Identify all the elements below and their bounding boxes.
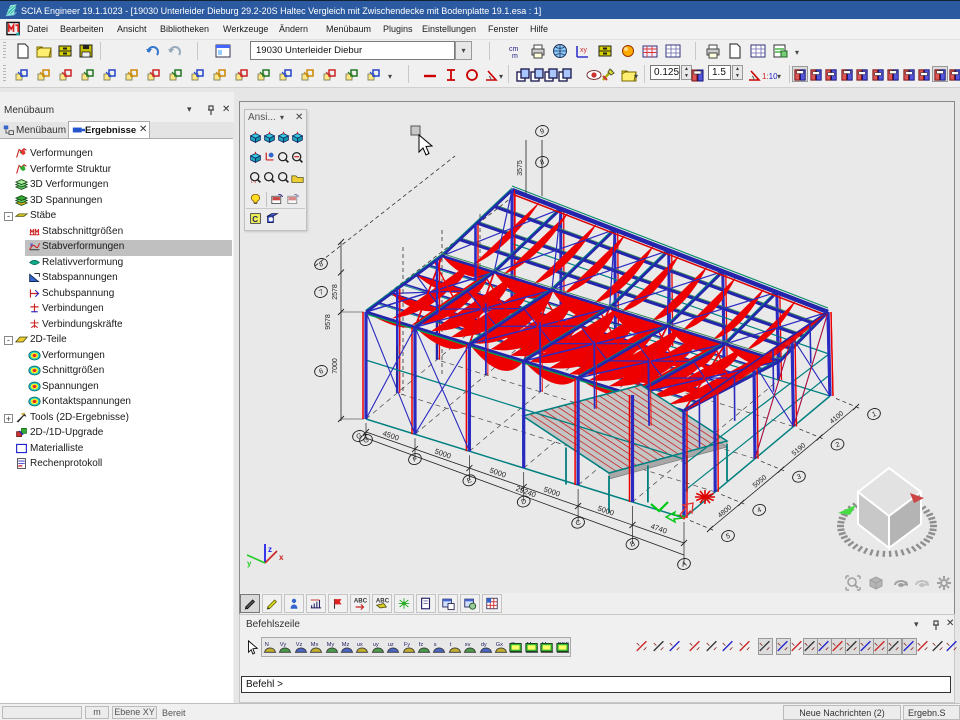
svg-text:1:10: 1:10 — [762, 72, 777, 81]
svg-text:m: m — [512, 53, 518, 59]
svg-text:3: 3 — [796, 473, 802, 481]
svg-text:C: C — [252, 215, 258, 224]
svg-text:Vz: Vz — [296, 642, 303, 648]
svg-text:dy: dy — [481, 642, 487, 648]
svg-text:t: t — [450, 642, 452, 648]
svg-text:2578: 2578 — [332, 284, 339, 300]
svg-text:1: 1 — [871, 411, 877, 419]
svg-text:5000: 5000 — [488, 466, 507, 480]
svg-text:ux: ux — [357, 642, 363, 648]
svg-text:Mz: Mz — [342, 642, 350, 648]
svg-text:ABC: ABC — [354, 598, 367, 605]
svg-text:3575: 3575 — [517, 160, 524, 176]
svg-text:s: s — [434, 642, 437, 648]
svg-text:z: z — [268, 545, 272, 554]
svg-text:8: 8 — [539, 159, 545, 167]
svg-text:Gx: Gx — [496, 642, 503, 648]
svg-text:9: 9 — [539, 128, 545, 136]
svg-text:7: 7 — [318, 289, 324, 297]
svg-text:uz: uz — [388, 642, 394, 648]
svg-text:4740: 4740 — [649, 522, 668, 536]
svg-text:6: 6 — [318, 368, 324, 376]
svg-text:7000: 7000 — [332, 358, 339, 374]
svg-text:G: G — [356, 433, 364, 441]
svg-text:cm: cm — [509, 46, 519, 53]
svg-text:Fy: Fy — [404, 642, 410, 648]
svg-text:My: My — [327, 642, 335, 648]
svg-text:G: G — [363, 437, 371, 445]
svg-text:y: y — [247, 559, 252, 568]
svg-text:Vy: Vy — [280, 642, 287, 648]
svg-text:N: N — [265, 642, 269, 648]
svg-text:Mx: Mx — [311, 642, 319, 648]
svg-text:A: A — [681, 561, 688, 569]
svg-text:5: 5 — [725, 533, 731, 541]
svg-text:B: B — [629, 540, 636, 548]
svg-text:1:1: 1:1 — [251, 179, 257, 184]
svg-text:uy: uy — [373, 642, 379, 648]
svg-text:x: x — [279, 553, 284, 562]
svg-text:2: 2 — [835, 441, 841, 449]
svg-text:4: 4 — [756, 507, 762, 515]
svg-text:fz: fz — [419, 642, 424, 648]
svg-text:sv: sv — [465, 642, 471, 648]
svg-text:E: E — [466, 477, 473, 485]
svg-text:9578: 9578 — [325, 314, 332, 330]
svg-text:xy: xy — [580, 47, 588, 54]
svg-text:8: 8 — [318, 261, 324, 269]
svg-text:D: D — [520, 498, 527, 506]
svg-text:C: C — [575, 519, 582, 527]
